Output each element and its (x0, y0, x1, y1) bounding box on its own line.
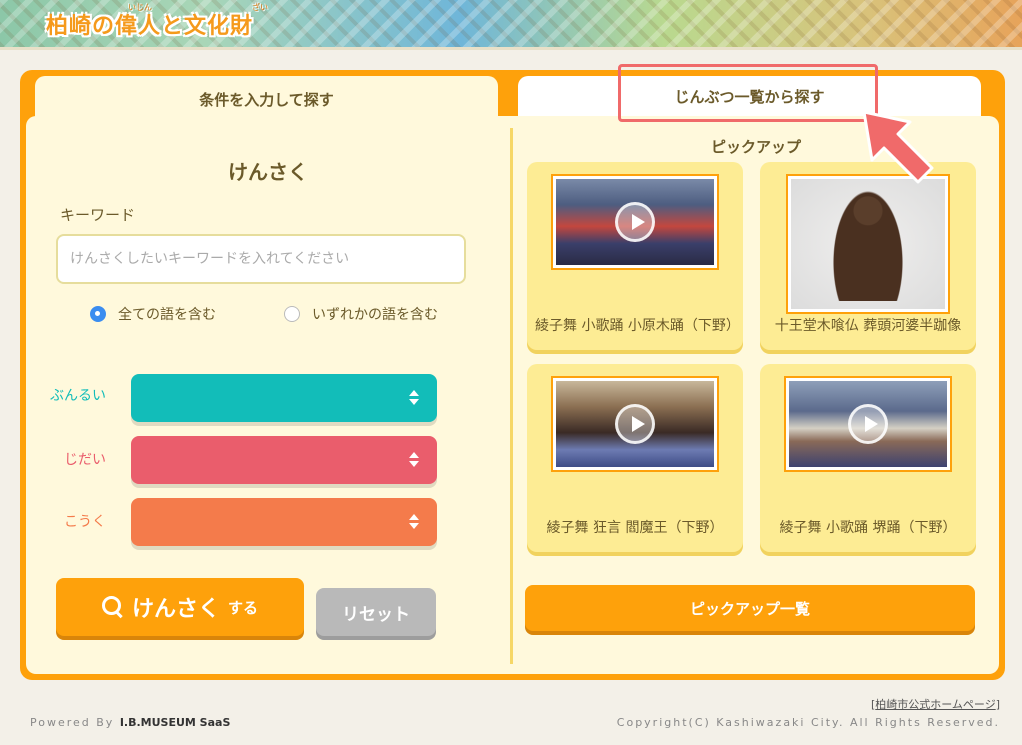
pickup-thumbnail[interactable] (784, 376, 952, 472)
official-site-link-text[interactable]: 柏崎市公式ホームページ (875, 698, 995, 711)
radio-match-all-label: 全ての語を含む (118, 307, 216, 323)
logo-ruby-zai: ざい (252, 3, 268, 12)
pickup-image (556, 179, 714, 265)
era-label: じだい (64, 452, 106, 468)
select-updown-icon (407, 388, 421, 408)
pickup-thumbnail[interactable] (551, 174, 719, 270)
region-select[interactable] (131, 498, 437, 546)
pickup-image (791, 179, 945, 309)
powered-by-prefix: Powered By (30, 716, 115, 729)
keyword-input[interactable] (56, 234, 466, 284)
pickup-title[interactable]: 綾子舞 小歌踊 小原木踊（下野） (535, 318, 740, 334)
pickup-thumbnail[interactable] (786, 174, 950, 314)
select-updown-icon (407, 512, 421, 532)
play-icon[interactable] (615, 404, 655, 444)
radio-unchecked-icon[interactable] (284, 306, 300, 322)
official-site-link[interactable]: [柏崎市公式ホームページ] (871, 696, 1000, 712)
search-button-label: けんさく (131, 597, 220, 622)
pickup-image (556, 381, 714, 467)
radio-match-any[interactable]: いずれかの語を含む (284, 304, 438, 324)
search-button-suffix: する (228, 598, 259, 617)
play-icon[interactable] (615, 202, 655, 242)
pickup-title[interactable]: 綾子舞 小歌踊 堺踊（下野） (768, 520, 968, 536)
powered-by: Powered By I.B.MUSEUM SaaS (30, 716, 230, 729)
panel-divider (510, 128, 513, 664)
radio-checked-icon[interactable] (90, 306, 106, 322)
pickup-image (789, 381, 947, 467)
keyword-label: キーワード (60, 206, 136, 224)
pickup-card[interactable]: 綾子舞 小歌踊 小原木踊（下野） (527, 162, 743, 350)
pickup-card[interactable]: 十王堂木喰仏 葬頭河婆半跏像 (760, 162, 976, 350)
powered-by-brand: I.B.MUSEUM SaaS (119, 716, 231, 729)
pickup-card[interactable]: 綾子舞 小歌踊 堺踊（下野） (760, 364, 976, 552)
genre-select[interactable] (131, 374, 437, 422)
copyright-text: Copyright(C) Kashiwazaki City. All Right… (616, 716, 1000, 729)
genre-label: ぶんるい (50, 388, 106, 404)
radio-match-any-label: いずれかの語を含む (312, 307, 438, 323)
pickup-title[interactable]: 十王堂木喰仏 葬頭河婆半跏像 (768, 318, 968, 334)
search-icon (101, 596, 124, 618)
era-select[interactable] (131, 436, 437, 484)
select-updown-icon (407, 450, 421, 470)
site-logo[interactable]: 柏崎の偉人と文化財 (46, 8, 253, 40)
search-button[interactable]: けんさく する (56, 578, 304, 636)
pickup-list-button[interactable]: ピックアップ一覧 (525, 585, 975, 631)
pickup-title[interactable]: 綾子舞 狂言 閻魔王（下野） (535, 520, 735, 536)
tab-highlight-box (618, 64, 878, 122)
pickup-thumbnail[interactable] (551, 376, 719, 472)
statue-image (833, 191, 903, 301)
region-label: こうく (64, 514, 106, 530)
pointer-arrow-icon (862, 110, 934, 184)
play-icon[interactable] (848, 404, 888, 444)
pickup-card[interactable]: 綾子舞 狂言 閻魔王（下野） (527, 364, 743, 552)
site-header: いじん ざい 柏崎の偉人と文化財 (0, 0, 1022, 50)
radio-match-all[interactable]: 全ての語を含む (90, 304, 216, 324)
reset-button[interactable]: リセット (316, 588, 436, 636)
search-heading: けんさく (228, 160, 308, 184)
